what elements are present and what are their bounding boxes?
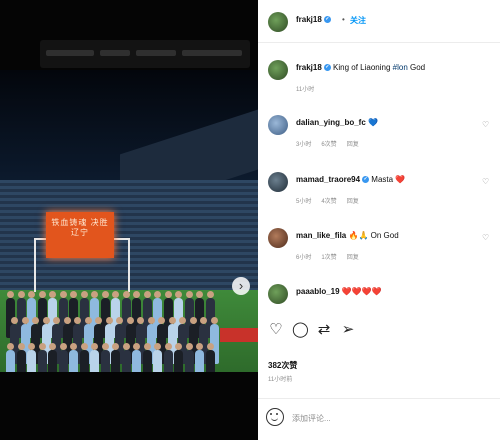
heart-icon[interactable]: ♡ (482, 120, 489, 129)
player-figure (163, 343, 173, 372)
heart-icon[interactable]: ♡ (268, 322, 284, 338)
separator-dot: • (342, 15, 345, 24)
player-figure (27, 343, 36, 372)
post-sidebar: frakj18 ✓ • 关注 frakj18 ✓ King of Liaoning … (258, 0, 500, 440)
caption-avatar[interactable] (268, 60, 288, 80)
team-photo[interactable]: 铁血铸魂 决胜辽宁 › (0, 70, 258, 372)
player-figure (69, 343, 78, 372)
player-figure (100, 343, 110, 372)
player-figure (90, 343, 99, 372)
player-figure (79, 343, 89, 372)
comment-meta: 3小时 6次赞 回复 (296, 142, 359, 148)
reply-button[interactable]: 回复 (347, 255, 359, 261)
comment-row: man_like_fila 🔥🙏 On God (296, 231, 399, 240)
comment-avatar[interactable] (268, 172, 288, 192)
comment-avatar[interactable] (268, 228, 288, 248)
player-figure (58, 343, 68, 372)
stadium-screen-text: 铁血铸魂 决胜辽宁 (51, 218, 109, 237)
author-username[interactable]: frakj18 ✓ (296, 15, 331, 24)
hashtag-link[interactable]: #lon (393, 63, 408, 72)
blurred-caption-bar (40, 40, 250, 68)
team-group (0, 291, 258, 372)
player-figure (111, 343, 120, 372)
divider (258, 398, 500, 399)
likes-count[interactable]: 382次赞 (268, 360, 297, 371)
post-header: frakj18 ✓ • 关注 (258, 0, 500, 43)
send-icon[interactable]: ➢ (340, 322, 356, 338)
player-figure (205, 343, 215, 372)
caption: frakj18 ✓ King of Liaoning #lon God (296, 63, 426, 72)
reply-button[interactable]: 回复 (347, 199, 359, 205)
heart-icon[interactable]: ♡ (482, 177, 489, 186)
emoji-icon[interactable] (266, 408, 284, 426)
player-figure (6, 343, 15, 372)
player-figure (37, 343, 47, 372)
player-figure (184, 343, 194, 372)
player-figure (174, 343, 183, 372)
player-figure (195, 343, 204, 372)
follow-button[interactable]: 关注 (350, 15, 366, 26)
author-avatar[interactable] (268, 12, 288, 32)
comment-meta: 5小时 4次赞 回复 (296, 199, 359, 205)
verified-icon: ✓ (323, 16, 331, 24)
player-figure (153, 343, 162, 372)
verified-icon: ✓ (323, 64, 331, 72)
player-figure (48, 343, 57, 372)
media-panel: 铁血铸魂 决胜辽宁 › (0, 0, 258, 440)
player-figure (142, 343, 152, 372)
verified-icon: ✓ (362, 176, 370, 184)
comment-avatar[interactable] (268, 115, 288, 135)
comment-avatar[interactable] (268, 284, 288, 304)
reply-button[interactable]: 回复 (347, 142, 359, 148)
comment-icon[interactable]: ◯ (292, 322, 309, 338)
comment-row: dalian_ying_bo_fc 💙 (296, 118, 378, 127)
comment-composer (258, 400, 500, 440)
heart-icon[interactable]: ♡ (482, 233, 489, 242)
share-icon[interactable]: ⇄ (316, 322, 332, 338)
player-figure (132, 343, 141, 372)
player-figure (16, 343, 26, 372)
player-figure (121, 343, 131, 372)
comment-input[interactable] (292, 410, 487, 426)
comment-meta: 6小时 1次赞 回复 (296, 255, 359, 261)
comment-row: mamad_traore94 ✓ Masta ❤️ (296, 175, 406, 184)
chevron-right-icon[interactable]: › (232, 277, 250, 295)
post-time: 11小时前 (268, 377, 293, 383)
comment-row: paaablo_19 ❤️❤️❤️❤️ (296, 287, 382, 296)
caption-time: 11小时 (296, 87, 315, 93)
stadium-screen: 铁血铸魂 决胜辽宁 (46, 212, 114, 258)
